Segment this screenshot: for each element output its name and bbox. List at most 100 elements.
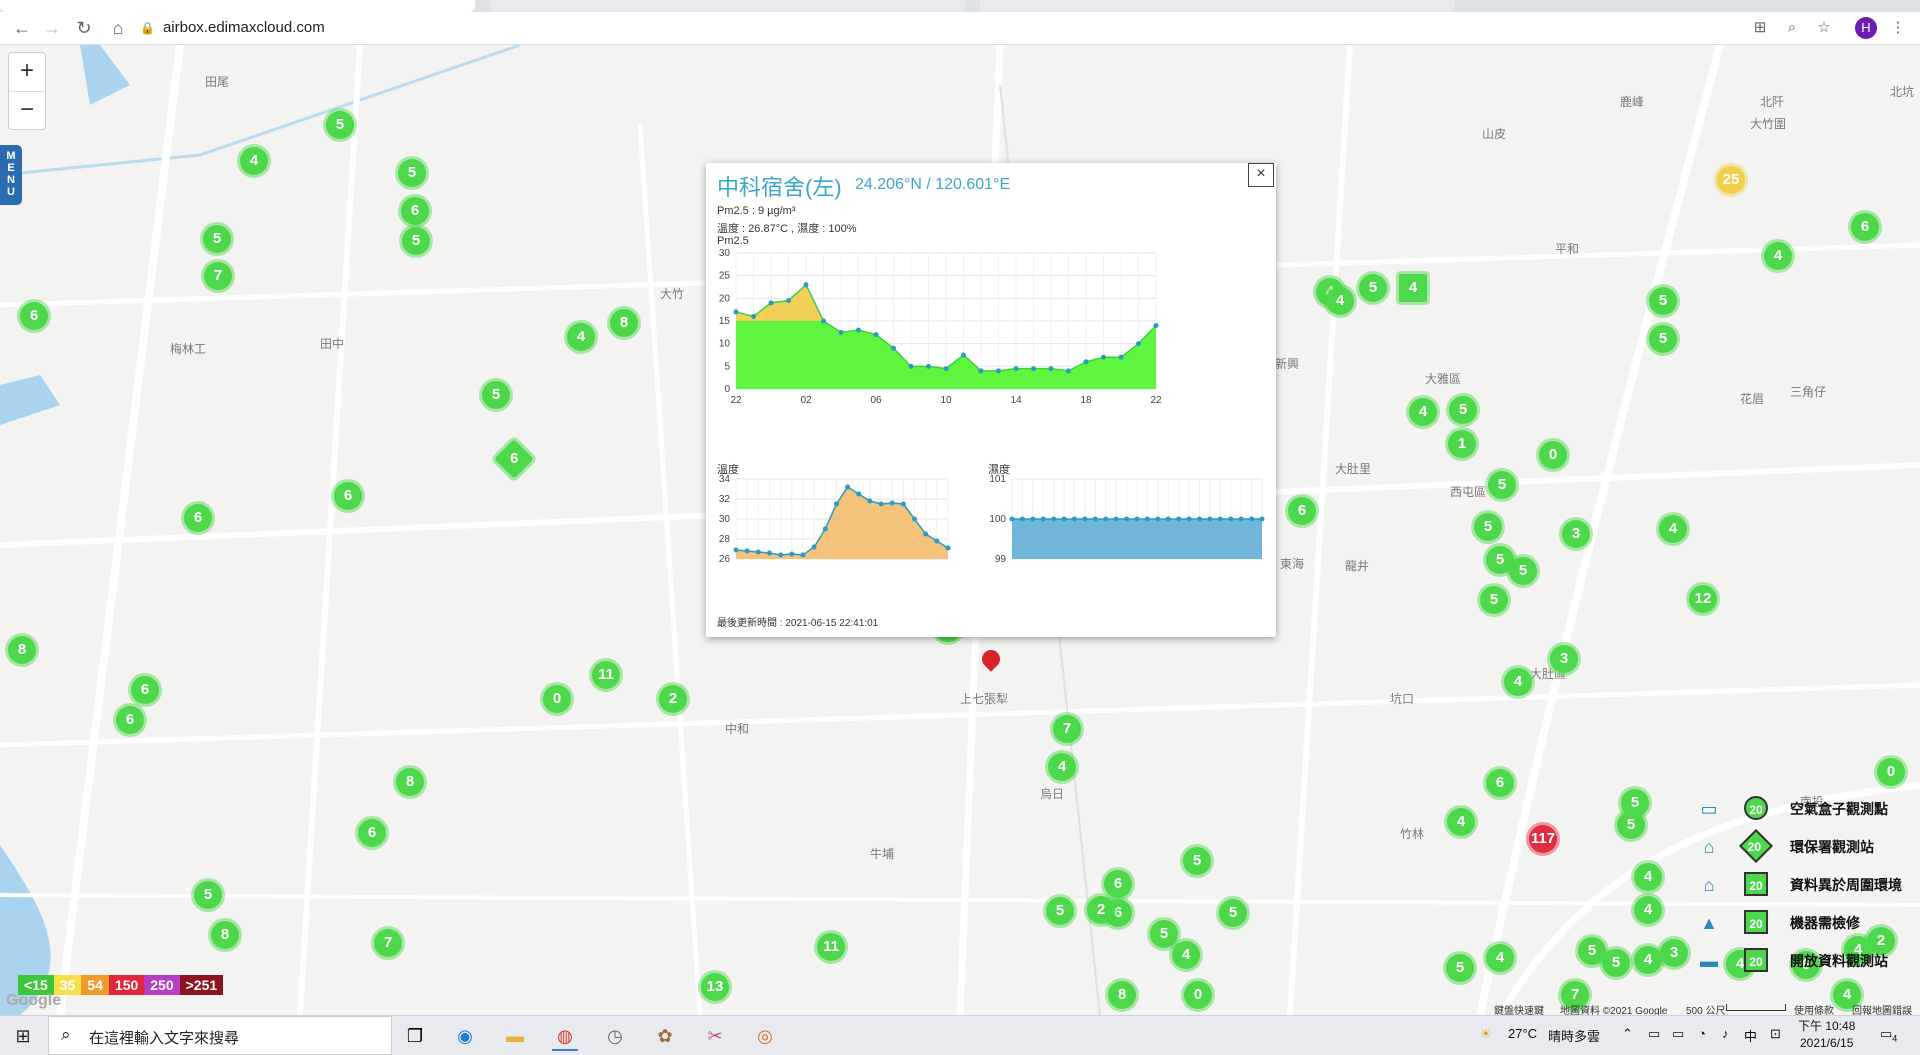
station-legend-row[interactable]: ⌂ 20 環保署觀測站 [1692, 829, 1912, 863]
weather-text[interactable]: 晴時多雲 [1548, 1026, 1600, 1045]
keyboard-shortcuts-link[interactable]: 鍵盤快速鍵 [1494, 1002, 1544, 1017]
app-snip-icon[interactable]: ✂ [702, 1023, 728, 1049]
airbox-marker[interactable]: 2 [659, 685, 687, 713]
bookmark-star-icon[interactable]: ☆ [1812, 16, 1836, 40]
network-tray-icon[interactable]: ▭ [1648, 1026, 1660, 1042]
airbox-marker[interactable]: 7 [204, 262, 232, 290]
airbox-marker[interactable]: 11 [817, 933, 845, 961]
airbox-marker[interactable]: 5 [1649, 325, 1677, 353]
airbox-marker[interactable]: 5 [1183, 847, 1211, 875]
airbox-marker[interactable]: 5 [1359, 274, 1387, 302]
menu-toggle-button[interactable]: MENU [0, 145, 22, 205]
report-error-link[interactable]: 回報地圖錯誤 [1852, 1002, 1912, 1017]
airbox-marker[interactable]: 5 [1621, 789, 1649, 817]
airbox-marker[interactable]: 6 [20, 302, 48, 330]
airbox-marker[interactable]: 4 [1634, 863, 1662, 891]
airbox-marker[interactable]: 4 [1048, 753, 1076, 781]
airbox-marker[interactable]: 5 [1649, 287, 1677, 315]
airbox-marker[interactable]: 5 [1509, 557, 1537, 585]
tray-chevron-icon[interactable]: ⌃ [1622, 1026, 1633, 1042]
airbox-marker[interactable]: 4 [1634, 896, 1662, 924]
wifi-icon[interactable]: ◔ [1698, 1026, 1706, 1041]
browser-tab[interactable] [490, 0, 965, 12]
airbox-marker[interactable]: 8 [396, 768, 424, 796]
airbox-marker[interactable]: 4 [1409, 398, 1437, 426]
zoom-in-button[interactable]: + [9, 53, 45, 92]
zoom-icon[interactable]: ⌕ [1780, 16, 1804, 40]
airbox-marker[interactable]: 5 [398, 159, 426, 187]
browser-tab[interactable] [980, 0, 1455, 12]
browser-tab[interactable] [0, 0, 475, 12]
profile-avatar[interactable]: H [1855, 17, 1877, 39]
airbox-marker[interactable]: 8 [610, 309, 638, 337]
airbox-marker[interactable]: 4 [1326, 287, 1354, 315]
airbox-marker[interactable]: 6 [358, 819, 386, 847]
weather-icon[interactable]: ☀ [1480, 1026, 1492, 1042]
airbox-marker[interactable]: 5 [482, 381, 510, 409]
weather-temp[interactable]: 27°C [1508, 1026, 1537, 1041]
chrome-icon[interactable]: ◍ [552, 1023, 578, 1051]
home-icon[interactable]: ⌂ [106, 16, 130, 40]
airbox-marker[interactable]: 0 [1877, 758, 1905, 786]
airbox-marker[interactable]: 12 [1689, 585, 1717, 613]
airbox-marker[interactable]: 6 [1288, 497, 1316, 525]
app-blender-icon[interactable]: ◎ [752, 1023, 778, 1049]
airbox-marker[interactable]: 5 [1150, 920, 1178, 948]
zoom-out-button[interactable]: − [9, 92, 45, 130]
app-character-icon[interactable]: ✿ [652, 1023, 678, 1049]
airbox-marker[interactable]: 8 [1108, 981, 1136, 1009]
back-icon[interactable]: ← [10, 16, 34, 40]
airbox-marker[interactable]: 4 [1172, 941, 1200, 969]
station-legend-row[interactable]: ▭ 20 空氣盒子觀測點 [1692, 793, 1912, 825]
taskbar-clock[interactable]: 下午 10:48 2021/6/15 [1798, 1018, 1855, 1052]
airbox-marker[interactable]: 0 [1539, 441, 1567, 469]
airbox-marker[interactable]: 6 [334, 482, 362, 510]
popup-close-button[interactable]: × [1248, 163, 1274, 187]
translate-icon[interactable]: ⊞ [1748, 16, 1772, 40]
address-bar[interactable]: 🔒 airbox.edimaxcloud.com [140, 16, 325, 40]
station-legend-row[interactable]: ⌂ 20 資料異於周圍環境 [1692, 869, 1912, 901]
volume-icon[interactable]: ♪ [1722, 1026, 1729, 1041]
airbox-marker[interactable]: 5 [1446, 954, 1474, 982]
airbox-marker[interactable]: 3 [1562, 520, 1590, 548]
airbox-marker[interactable]: 7 [374, 929, 402, 957]
station-legend-row[interactable]: ▬ 20 開放資料觀測站 [1692, 945, 1912, 977]
airbox-marker[interactable]: 8 [8, 636, 36, 664]
airbox-marker[interactable]: 6 [1851, 213, 1879, 241]
airbox-marker[interactable]: 5 [1474, 513, 1502, 541]
airbox-marker[interactable]: 4 [1659, 515, 1687, 543]
airbox-marker[interactable]: 5 [1219, 899, 1247, 927]
airbox-marker[interactable]: 5 [1488, 471, 1516, 499]
airbox-marker[interactable]: 5 [1602, 949, 1630, 977]
airbox-marker[interactable]: 5 [402, 227, 430, 255]
airbox-marker[interactable]: 1 [1448, 430, 1476, 458]
airbox-marker[interactable]: 7 [1053, 715, 1081, 743]
airbox-marker[interactable]: 6 [131, 676, 159, 704]
airbox-marker[interactable]: 4 [1764, 242, 1792, 270]
file-explorer-icon[interactable]: ▬ [502, 1023, 528, 1049]
notification-icon[interactable]: ▭4 [1880, 1026, 1897, 1044]
airbox-marker[interactable]: 117 [1529, 825, 1557, 853]
more-menu-icon[interactable]: ⋮ [1886, 16, 1910, 40]
airbox-marker[interactable]: 4 [240, 147, 268, 175]
windows-start-icon[interactable]: ⊞ [10, 1023, 36, 1049]
airbox-marker[interactable]: 5 [1449, 396, 1477, 424]
terms-link[interactable]: 使用條款 [1794, 1002, 1834, 1017]
airbox-marker[interactable]: 4 [1486, 944, 1514, 972]
station-legend-row[interactable]: ▲ 20 機器需檢修 [1692, 907, 1912, 939]
reload-icon[interactable]: ↻ [72, 16, 96, 40]
airbox-marker[interactable]: 6 [401, 197, 429, 225]
edge-icon[interactable]: ◉ [452, 1023, 478, 1049]
airbox-marker[interactable]: 13 [701, 973, 729, 1001]
airbox-marker[interactable]: 5 [203, 225, 231, 253]
airbox-marker[interactable]: 4 [567, 323, 595, 351]
airbox-marker[interactable]: 6 [1486, 769, 1514, 797]
airbox-marker[interactable]: 4 [1447, 808, 1475, 836]
airbox-marker[interactable]: 25 [1717, 166, 1745, 194]
airbox-marker[interactable]: 6 [116, 706, 144, 734]
airbox-marker[interactable]: 5 [1480, 586, 1508, 614]
airbox-marker[interactable]: 8 [211, 921, 239, 949]
airbox-marker[interactable]: 11 [592, 661, 620, 689]
forward-icon[interactable]: → [40, 16, 64, 40]
airbox-marker[interactable]: 4 [1504, 668, 1532, 696]
